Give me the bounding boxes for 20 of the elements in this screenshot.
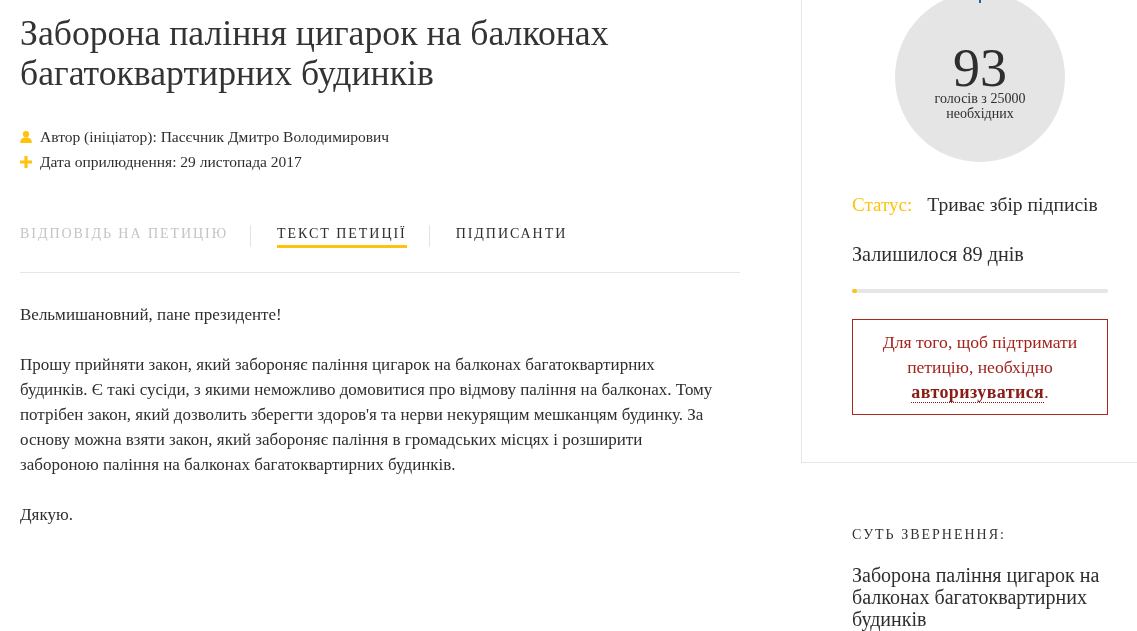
authorize-link[interactable]: авторизуватися	[911, 382, 1045, 403]
vote-caption: голосів з 25000 необхідних	[933, 91, 1027, 121]
body-paragraph: Прошу прийняти закон, який забороняє паління цигарок на балконах багатоквартирних будинків. Є такі сусіди, з якими неможливо домовитися про відмову паління на балконах. Тому потрібен закон, який дозволить зберегти здоров'я та нерви некурящим мешканцям будинку. За основу можна взяти закон, який забороняє паління в громадських місцях і розширити забороною паління на балконах багатоквартирних будинків.	[20, 354, 714, 476]
tick-mark-icon	[979, 0, 981, 3]
body-paragraph: Дякую.	[20, 504, 74, 526]
vote-count: 93	[953, 46, 1007, 90]
summary-heading: СУТЬ ЗВЕРНЕННЯ:	[852, 526, 1007, 544]
status-label: Статус:	[852, 194, 913, 215]
body-paragraph: Вельмишановний, пане президенте!	[20, 304, 283, 326]
plus-icon	[20, 155, 32, 168]
auth-notice: Для того, щоб підтримати петицію, необхідно авторизуватися.	[852, 319, 1108, 415]
summary-text: Заборона паління цигарок на балконах багатоквартирних будинків	[852, 564, 1101, 630]
days-remaining: Залишилося 89 днів	[852, 242, 1025, 267]
tab[interactable]: ПІДПИСАНТИ	[455, 224, 568, 248]
petition-title: Заборона паління цигарок на балконах багатоквартирних будинків	[20, 13, 610, 93]
tab[interactable]: ТЕКСТ ПЕТИЦІЇ	[277, 224, 407, 248]
status-value: Триває збір підписів	[927, 194, 1098, 215]
user-icon	[20, 130, 32, 143]
publish-date: Дата оприлюднення: 29 листопада 2017	[40, 152, 302, 172]
author-name: Автор (ініціатор): Пасєчник Дмитро Володимирович	[40, 127, 390, 147]
